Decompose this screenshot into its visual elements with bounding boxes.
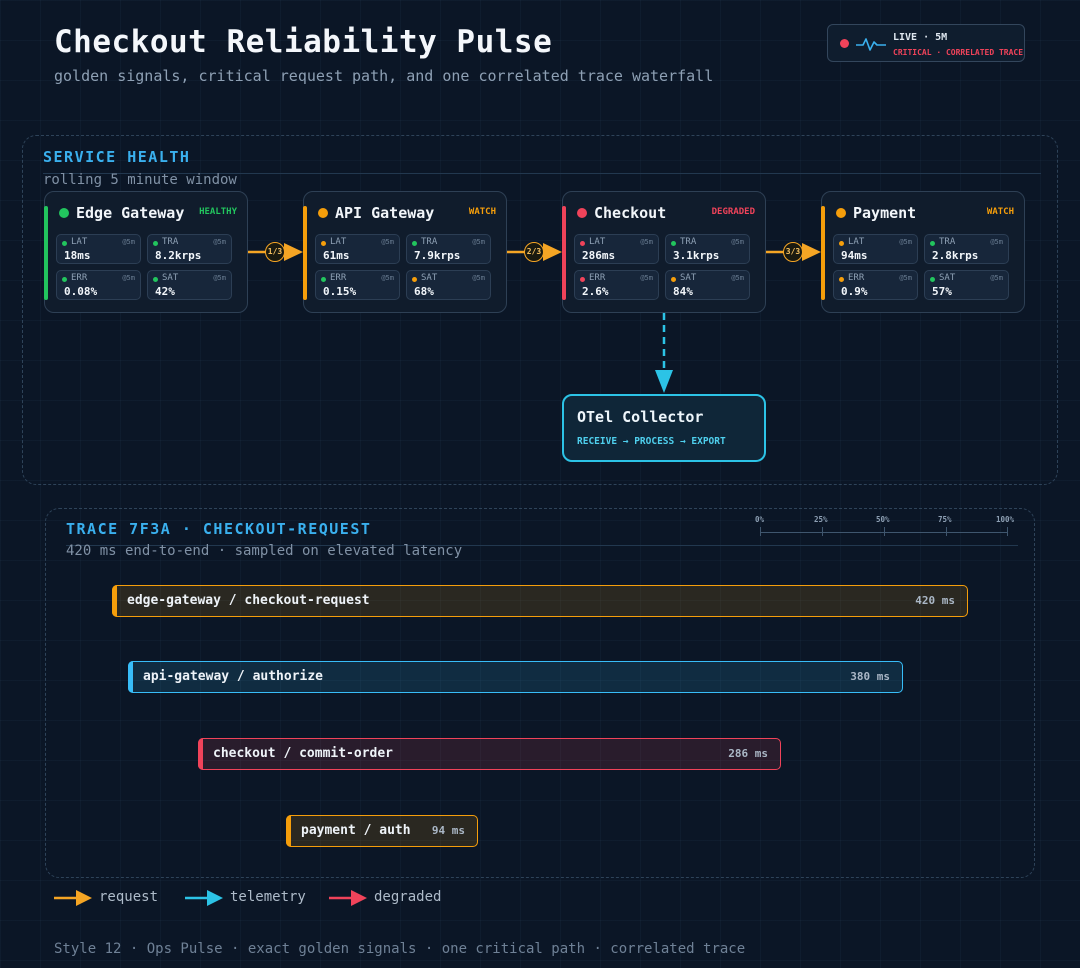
trace-scale-label: 25%	[814, 515, 828, 524]
span-label: api-gateway / authorize	[143, 669, 324, 684]
hop-badge-2: 2/3	[524, 242, 544, 262]
trace-scale-label: 75%	[938, 515, 952, 524]
trace-subtitle: 420 ms end-to-end · sampled on elevated …	[66, 543, 463, 559]
telemetry-legend-arrow-icon	[185, 890, 223, 906]
span-label: payment / auth	[301, 823, 411, 838]
trace-scale-label: 0%	[755, 515, 765, 524]
trace-span-api-gateway[interactable]: api-gateway / authorize 380 ms	[128, 661, 903, 693]
trace-scale-tick	[946, 527, 947, 536]
span-accent	[286, 815, 291, 847]
degraded-legend-arrow-icon	[329, 890, 367, 906]
legend-telemetry: telemetry	[230, 889, 306, 905]
span-duration: 420 ms	[915, 594, 955, 607]
hop-badge-1: 1/3	[265, 242, 285, 262]
trace-scale-label: 100%	[996, 515, 1015, 524]
trace-scale-tick	[1007, 527, 1008, 536]
legend-degraded: degraded	[374, 889, 442, 905]
trace-scale-tick	[884, 527, 885, 536]
span-label: checkout / commit-order	[213, 746, 394, 761]
collector-name: OTel Collector	[577, 408, 704, 426]
otel-collector-card[interactable]: OTel Collector RECEIVE → PROCESS → EXPOR…	[562, 394, 766, 462]
span-accent	[112, 585, 117, 617]
legend-request: request	[99, 889, 159, 905]
trace-span-checkout[interactable]: checkout / commit-order 286 ms	[198, 738, 781, 770]
trace-scale-label: 50%	[876, 515, 890, 524]
trace-scale-tick	[822, 527, 823, 536]
span-accent	[198, 738, 203, 770]
hop-badge-3: 3/3	[783, 242, 803, 262]
trace-title: TRACE 7F3A · CHECKOUT-REQUEST	[66, 520, 372, 538]
trace-scale-tick	[760, 527, 761, 536]
span-duration: 94 ms	[431, 824, 465, 837]
span-label: edge-gateway / checkout-request	[127, 593, 370, 608]
span-accent	[128, 661, 133, 693]
telemetry-arrow	[655, 313, 673, 393]
footer-note: Style 12 · Ops Pulse · exact golden sign…	[54, 941, 746, 957]
span-duration: 380 ms	[850, 670, 890, 683]
trace-panel	[45, 508, 1035, 878]
span-duration: 286 ms	[728, 747, 768, 760]
trace-span-payment[interactable]: payment / auth 94 ms	[286, 815, 478, 847]
collector-stages: RECEIVE → PROCESS → EXPORT	[577, 436, 726, 447]
request-legend-arrow-icon	[54, 890, 92, 906]
trace-span-edge-gateway[interactable]: edge-gateway / checkout-request 420 ms	[112, 585, 968, 617]
